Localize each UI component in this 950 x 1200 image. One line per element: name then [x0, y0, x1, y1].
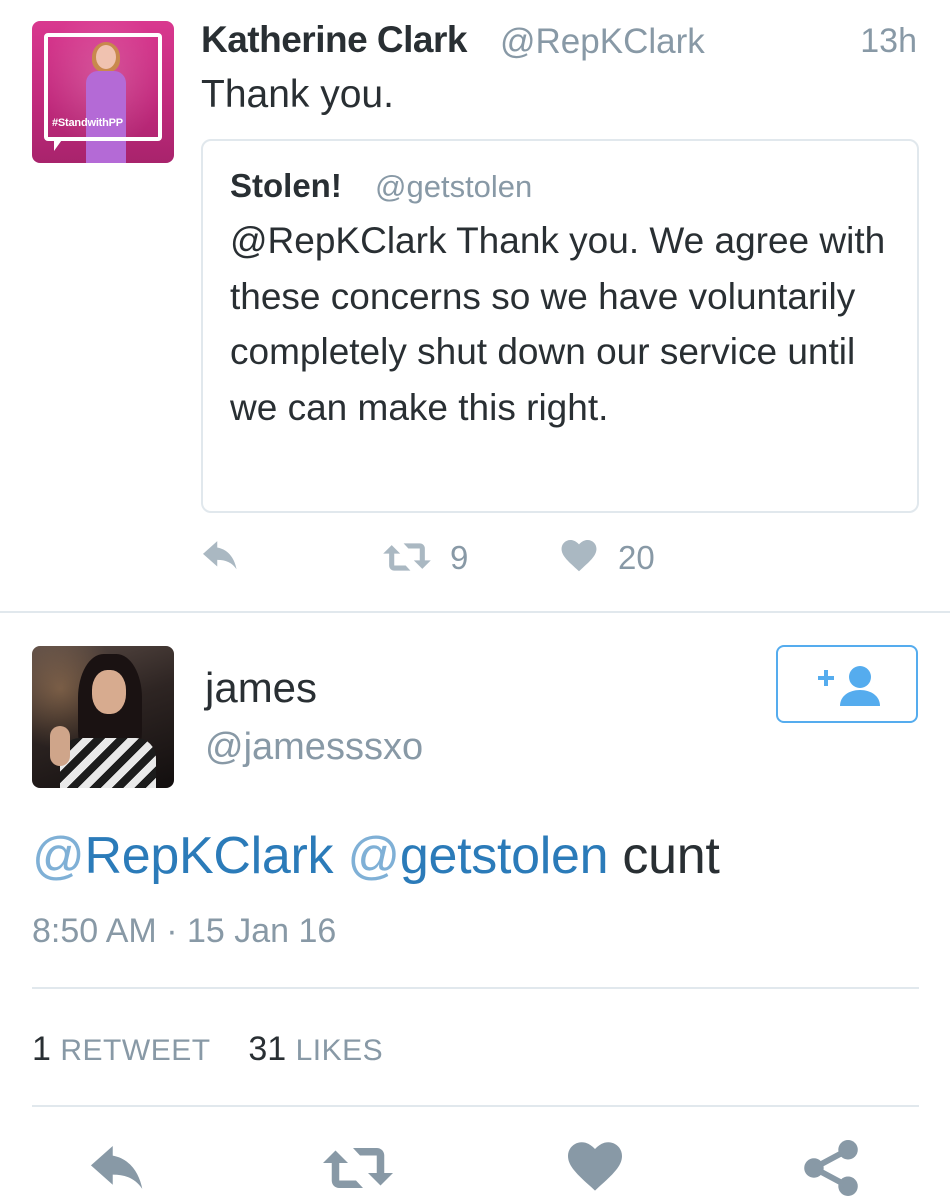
stats-divider-top [32, 987, 919, 989]
avatar-speech-tail [54, 137, 74, 151]
tweet2-timestamp: 8:50 AM · 15 Jan 16 [32, 912, 337, 950]
retweets-stat[interactable]: 1 RETWEET [32, 1030, 211, 1068]
tweet2-text: @RepKClark @getstolen cunt [32, 826, 720, 886]
likes-stat[interactable]: 31 LIKES [248, 1030, 383, 1068]
tweet1-author-handle[interactable]: @RepKClark [500, 22, 705, 62]
tweet-stats: 1 RETWEET 31 LIKES [32, 1030, 383, 1069]
like-count: 20 [618, 539, 655, 576]
retweet-icon[interactable] [383, 540, 431, 574]
follow-user-icon [818, 666, 880, 706]
tweet2-author-handle[interactable]: @jamesssxo [205, 726, 423, 769]
mention-link-repkclark[interactable]: @RepKClark [32, 827, 334, 885]
reply-icon[interactable] [203, 541, 241, 573]
retweet-count: 9 [450, 539, 469, 576]
tweet2-body: cunt [622, 827, 720, 885]
tweet2-author-name[interactable]: james [205, 664, 317, 712]
reply-icon[interactable] [90, 1146, 150, 1192]
katherine-clark-avatar[interactable]: #StandwithPP [32, 21, 174, 163]
tweet1-author-name[interactable]: Katherine Clark [201, 19, 468, 61]
like-icon[interactable] [568, 1142, 622, 1192]
avatar-face [92, 670, 126, 714]
avatar-shirt [60, 738, 156, 788]
james-avatar[interactable] [32, 646, 174, 788]
avatar-hand [50, 726, 70, 766]
tweet1-timestamp: 13h [860, 22, 917, 60]
quoted-author-handle: @getstolen [375, 169, 533, 204]
tweet1-text: Thank you. [201, 73, 394, 116]
quoted-tweet-text: @RepKClark Thank you. We agree with thes… [230, 220, 886, 428]
quoted-tweet-card[interactable]: Stolen! @getstolen @RepKClark Thank you.… [201, 139, 919, 513]
stats-divider-bottom [32, 1105, 919, 1107]
quoted-author-name: Stolen! [230, 167, 342, 204]
follow-button[interactable] [776, 645, 918, 723]
mention-link-getstolen[interactable]: @getstolen [347, 827, 608, 885]
share-icon[interactable] [804, 1140, 858, 1196]
avatar-hashtag: #StandwithPP [52, 117, 123, 129]
retweet-icon[interactable] [322, 1143, 394, 1193]
tweet-divider [0, 611, 950, 613]
like-icon[interactable] [561, 540, 597, 572]
